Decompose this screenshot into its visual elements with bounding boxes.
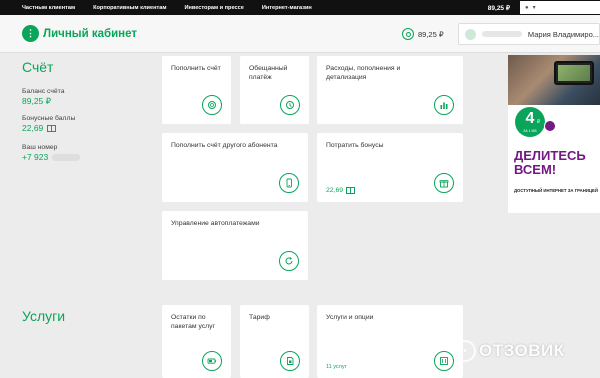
card-autopay-title: Управление автоплатежами <box>171 220 260 227</box>
card-bonus-row: 22,69 <box>326 187 356 194</box>
promo-per: ЗА 1 МБ <box>523 129 537 133</box>
card-tariff-title: Тариф <box>249 314 270 321</box>
card-options-count: 11 услуг <box>326 364 347 370</box>
chevron-down-icon: ▾ <box>532 5 536 11</box>
card-tariff[interactable]: Тариф <box>240 305 309 378</box>
watermark-text: ОТЗОВИК <box>479 341 565 360</box>
logo[interactable]: ⋮ Личный кабинет <box>22 25 137 42</box>
promo-headline: ДЕЛИТЕСЬ ВСЕМ! <box>514 148 586 177</box>
promo-banner[interactable]: 4 ЗА 1 МБ ₽ ДЕЛИТЕСЬ ВСЕМ! ДОСТУПНЫЙ ИНТ… <box>508 55 600 213</box>
card-options-title: Услуги и опции <box>326 314 374 321</box>
options-list-icon <box>434 351 454 371</box>
coins-icon <box>202 95 222 115</box>
nav-balance[interactable]: 89,25 ₽ <box>488 4 510 12</box>
header-balance-value: 89,25 ₽ <box>418 29 444 39</box>
refresh-icon <box>279 251 299 271</box>
bar-chart-icon <box>434 95 454 115</box>
globe-icon <box>544 120 556 132</box>
user-menu[interactable]: Мария Владимиро... <box>458 23 600 45</box>
balance-info: Баланс счёта 89,25 ₽ <box>22 88 65 107</box>
avatar <box>465 28 476 40</box>
promo-phone-image <box>554 61 594 85</box>
card-spend-bonus[interactable]: Потратить бонусы 22,69 <box>317 133 463 202</box>
gift-box-icon <box>434 173 454 193</box>
balance-label: Баланс счёта <box>22 88 65 95</box>
sim-card-icon <box>280 351 300 371</box>
promise-coin-icon <box>280 95 300 115</box>
card-topup-self-title: Пополнить счёт <box>171 65 221 72</box>
services-title: Услуги <box>22 308 66 324</box>
header: ⋮ Личный кабинет 89,25 ₽ Мария Владимиро… <box>0 15 600 53</box>
header-balance[interactable]: 89,25 ₽ <box>402 28 444 40</box>
wallet-icon <box>402 28 414 40</box>
gift-icon <box>346 187 356 194</box>
card-expenses[interactable]: Расходы, пополнения и детализация <box>317 56 463 124</box>
hidden-number-part <box>52 153 81 161</box>
top-nav: Частным клиентам Корпоративным клиентам … <box>0 0 600 15</box>
card-expenses-title: Расходы, пополнения и детализация <box>326 65 401 81</box>
bonus-value: 22,69 <box>22 123 44 133</box>
nav-link-shop[interactable]: Интернет-магазин <box>262 5 312 11</box>
promo-subline: ДОСТУПНЫЙ ИНТЕРНЕТ ЗА ГРАНИЦЕЙ <box>514 188 599 193</box>
bonus-info: Бонусные баллы 22,69 <box>22 115 75 133</box>
nav-link-private[interactable]: Частным клиентам <box>22 5 75 11</box>
battery-icon <box>202 351 222 371</box>
logo-text: Личный кабинет <box>43 27 137 40</box>
bonus-label: Бонусные баллы <box>22 115 76 122</box>
card-topup-self[interactable]: Пополнить счёт <box>162 56 231 124</box>
gift-icon <box>47 124 57 132</box>
balance-value: 89,25 ₽ <box>22 96 52 106</box>
watermark-logo-icon: • <box>454 340 476 362</box>
user-icon: ● <box>525 4 529 11</box>
card-remains[interactable]: Остатки по пакетам услуг <box>162 305 231 378</box>
number-info: Ваш номер +7 923 <box>22 144 81 162</box>
card-remains-title: Остатки по пакетам услуг <box>171 314 216 330</box>
card-options[interactable]: Услуги и опции 11 услуг <box>317 305 463 378</box>
promo-price-badge: 4 ЗА 1 МБ <box>515 107 545 137</box>
nav-link-investors[interactable]: Инвесторам и прессе <box>184 5 243 11</box>
promo-price-unit: ₽ <box>537 119 541 125</box>
nav-link-corporate[interactable]: Корпоративным клиентам <box>93 5 166 11</box>
card-promised-title: Обещанный платёж <box>249 65 288 81</box>
card-autopay[interactable]: Управление автоплатежами <box>162 211 308 280</box>
number-row: +7 923 <box>22 152 81 162</box>
card-promised-payment[interactable]: Обещанный платёж <box>240 56 309 124</box>
watermark: • ОТЗОВИК <box>454 340 565 362</box>
number-label: Ваш номер <box>22 144 58 151</box>
card-spend-bonus-title: Потратить бонусы <box>326 142 384 149</box>
logo-icon: ⋮ <box>22 25 39 42</box>
user-name: Мария Владимиро... <box>527 29 599 39</box>
card-bonus-value: 22,69 <box>326 187 344 194</box>
promo-price: 4 <box>525 110 535 127</box>
card-topup-other[interactable]: Пополнить счёт другого абонента <box>162 133 308 202</box>
number-value: +7 923 <box>22 152 49 162</box>
hidden-phone <box>481 31 522 37</box>
mobile-phone-icon <box>279 173 299 193</box>
nav-user-box[interactable]: ● ▾ <box>520 1 600 14</box>
bonus-row: 22,69 <box>22 123 75 133</box>
account-title: Счёт <box>22 59 54 75</box>
card-topup-other-title: Пополнить счёт другого абонента <box>171 142 278 149</box>
